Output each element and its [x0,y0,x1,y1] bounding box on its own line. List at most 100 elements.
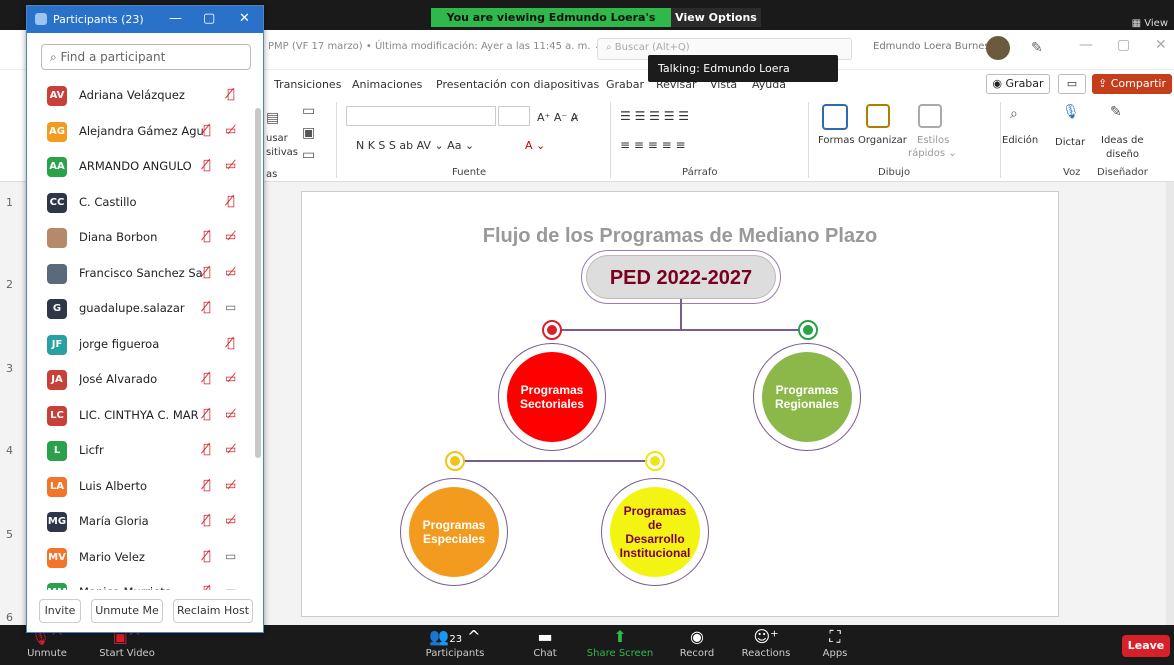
participant-row[interactable]: CC C. Castillo 🎙̸ [27,185,257,221]
font-size-buttons[interactable]: A⁺ A⁻ A̷ [537,111,578,124]
participant-row[interactable]: L Licfr 🎙̸ ▭̸ [27,433,257,469]
maximize-icon[interactable]: ▢ [1117,37,1130,53]
menu-animaciones[interactable]: Animaciones [352,78,422,91]
video-off-icon: ▭̸ [225,371,237,385]
ribbon-left-text-3: as [266,169,278,180]
microphone-icon[interactable]: 🎙 [1062,104,1080,120]
participant-row[interactable]: MG María Gloria 🎙̸ ▭̸ [27,504,257,540]
participant-name: LIC. CINTHYA C. MAR [79,407,199,422]
participants-title: Participants (23) [53,13,144,26]
chat-button[interactable]: ▬ Chat [510,626,580,659]
close-icon[interactable]: ✕ [1155,37,1167,53]
participant-row[interactable]: Francisco Sanchez Sanc...🎙̸ ▭̸ [27,256,257,292]
align-buttons[interactable]: ≡ ≡ ≡ ≡ ≡ [620,139,686,152]
video-off-icon: ▭̸ [225,442,237,456]
participant-name: Alejandra Gámez Aguirre [79,123,203,138]
list-buttons[interactable]: ☰ ☰ ☰ ☰ ☰ [620,110,689,123]
minimize-icon[interactable]: — [1079,37,1093,53]
minimize-icon[interactable]: — [169,11,182,26]
participant-search-input[interactable]: ⌕ Find a participant [41,44,251,70]
avatar: AV [47,86,67,106]
mic-muted-icon: 🎙̸ [203,477,211,493]
participant-row[interactable]: MV Mario Velez 🎙̸ ▭ [27,540,257,576]
ideas-label-1[interactable]: Ideas de [1101,134,1143,147]
maximize-icon[interactable]: ▢ [203,11,215,26]
participant-row[interactable]: AG Alejandra Gámez Aguirre🎙̸ ▭̸ [27,114,257,150]
menu-presentacion[interactable]: Presentación con diapositivas [436,78,599,91]
menu-transiciones[interactable]: Transiciones [274,78,341,91]
participant-row[interactable]: Gguadalupe.salazar 🎙̸ ▭ [27,291,257,327]
participant-row[interactable]: AA ARMANDO ANGULO 🎙̸ ▭̸ [27,149,257,185]
participants-panel-header[interactable]: Participants (23) — ▢ ✕ [27,6,263,33]
participant-list-scrollbar[interactable] [255,108,261,458]
node-dot-center [803,325,813,335]
file-info[interactable]: PMP (VF 17 marzo) • Última modificación:… [268,41,602,52]
view-options-button[interactable]: View Options ⌄ [671,8,761,43]
participants-button[interactable]: 👥23 ^ Participants [420,626,490,659]
reset-icon[interactable]: ▣ [302,125,315,141]
grabar-button[interactable]: ◉ Grabar [986,74,1050,94]
slide-number[interactable]: 4 [6,444,13,457]
participant-row[interactable]: MMMonica Murrieta🎙̸▭ [27,575,257,590]
view-button[interactable]: ▦ View [1132,18,1168,29]
avatar[interactable] [986,36,1010,60]
node-text: de [647,518,662,532]
participant-row[interactable]: JF jorge figueroa 🎙̸ [27,327,257,363]
chat-label: Chat [533,648,557,659]
node-dot [445,451,465,471]
shapes-icon[interactable] [822,104,848,130]
pen-icon[interactable]: ✎ [1031,40,1043,56]
leave-button[interactable]: Leave [1122,635,1170,657]
participant-row[interactable]: LC LIC. CINTHYA C. MAR 🎙̸ ▭̸ [27,398,257,434]
apps-button[interactable]: ⛶ Apps [800,626,870,659]
participant-row[interactable]: AV Adriana Velázquez 🎙̸ [27,78,257,114]
slide-number[interactable]: 5 [6,528,13,541]
invite-button[interactable]: Invite [39,599,81,623]
new-slide-icon[interactable]: ▤ [266,110,279,126]
ideas-label-2[interactable]: diseño [1106,148,1139,161]
unmute-me-button[interactable]: Unmute Me [91,599,163,623]
layout-icon[interactable]: ▭ [302,103,315,119]
quick-styles-icon[interactable] [918,104,942,128]
organizar-label[interactable]: Organizar [858,134,907,147]
compartir-button[interactable]: ⇪ Compartir [1092,74,1172,94]
comment-button[interactable]: ▭ [1058,74,1086,94]
node-dot [798,320,818,340]
font-format-buttons[interactable]: N K S S ab AV ⌄ Aa ⌄ [356,139,474,152]
record-button[interactable]: ◉ Record [662,626,732,659]
menu-grabar[interactable]: Grabar [606,78,644,91]
user-name[interactable]: Edmundo Loera Burnes [873,41,990,52]
edicion-label[interactable]: Edición [1002,134,1038,147]
participants-icon: 👥23 ^ [429,627,481,646]
section-icon[interactable]: ▭ [302,147,315,163]
font-color-icon[interactable]: A ⌄ [525,139,545,152]
slide-number[interactable]: 6 [6,611,13,624]
reactions-button[interactable]: ☺⁺ Reactions [731,626,801,659]
font-name-select[interactable] [346,106,496,126]
participant-row[interactable]: JA José Alvarado 🎙̸ ▭̸ [27,362,257,398]
formas-label[interactable]: Formas [818,134,855,147]
close-icon[interactable]: ✕ [239,11,250,26]
estilos-label[interactable]: Estilos [917,134,949,147]
slide-number[interactable]: 2 [6,278,13,291]
participant-row[interactable]: Diana Borbon 🎙̸ ▭̸ [27,220,257,256]
node-text: Regionales [774,397,840,411]
font-size-select[interactable] [498,106,530,126]
rapidos-label[interactable]: rápidos ⌄ [908,147,957,160]
vertical-scrollbar[interactable] [1166,182,1174,625]
design-ideas-icon[interactable]: ✎ [1110,104,1122,120]
participant-row[interactable]: LA Luis Alberto 🎙̸ ▭̸ [27,469,257,505]
avatar: LC [47,405,67,426]
arrange-icon[interactable] [866,104,890,128]
node-text: Programas [775,383,839,397]
search-icon[interactable]: ⌕ [1010,106,1018,122]
dictar-label[interactable]: Dictar [1055,136,1085,149]
avatar [47,228,67,248]
group-parrafo: Párrafo [682,167,718,178]
slide-number[interactable]: 1 [6,196,13,209]
slide-number[interactable]: 3 [6,362,13,375]
share-screen-button[interactable]: ⬆ Share Screen [585,626,655,659]
reclaim-host-button[interactable]: Reclaim Host [173,599,253,623]
ribbon-divider [1000,102,1001,178]
participants-count: 23 [449,634,463,645]
